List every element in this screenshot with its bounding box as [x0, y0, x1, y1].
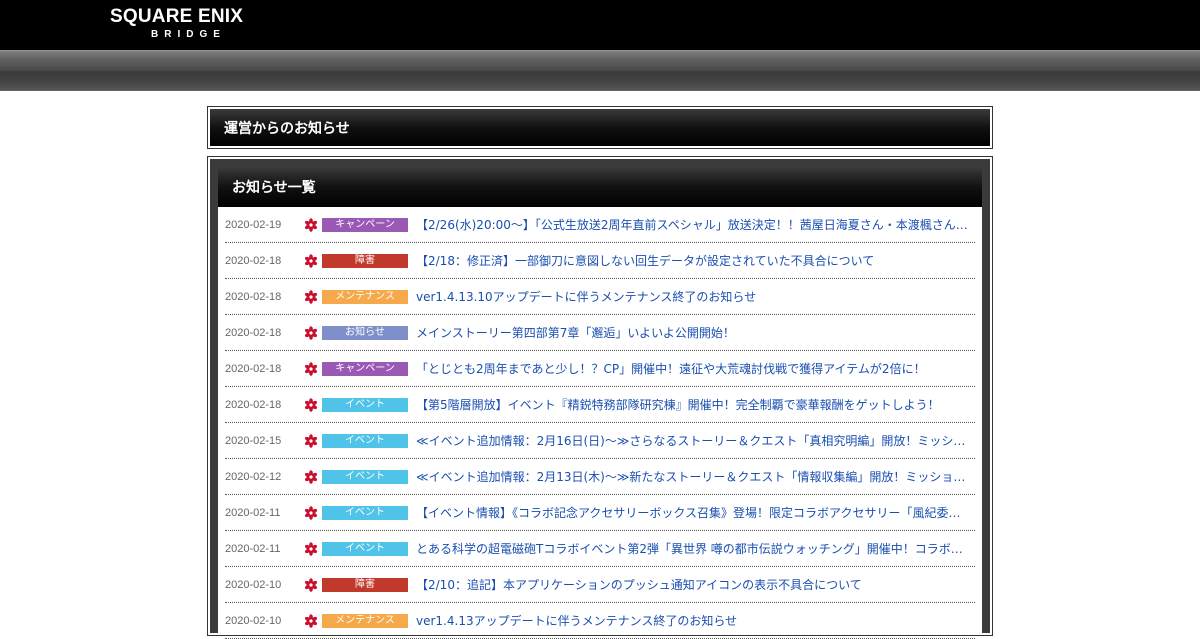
category-badge: メンテナンス — [322, 613, 408, 628]
news-row[interactable]: 2020-02-11 イベント とある科学の超電磁砲Tコラボイベント第2弾「異世… — [225, 531, 975, 567]
news-row[interactable]: 2020-02-18 障害 【2/18：修正済】一部御刀に意図しない回生データが… — [225, 243, 975, 279]
news-date: 2020-02-15 — [225, 434, 282, 447]
news-date: 2020-02-18 — [225, 362, 282, 375]
news-date: 2020-02-10 — [225, 614, 282, 627]
category-badge: イベント — [322, 469, 408, 484]
category-badge: 障害 — [322, 577, 408, 592]
news-title-link[interactable]: 【2/18：修正済】一部御刀に意図しない回生データが設定されていた不具合について — [416, 252, 968, 269]
news-row[interactable]: 2020-02-18 お知らせ メインストーリー第四部第7章「邂逅」いよいよ公開… — [225, 315, 975, 351]
news-title-link[interactable]: 【2/26(水)20:00～】「公式生放送2周年直前スペシャル」放送決定！！茜屋… — [416, 216, 968, 233]
category-badge: お知らせ — [322, 325, 408, 340]
news-row[interactable]: 2020-02-15 イベント ≪イベント追加情報：2月16日(日)～≫さらなる… — [225, 423, 975, 459]
category-badge: イベント — [322, 397, 408, 412]
top-bar: SQUARE ENIX BRIDGE — [0, 0, 1200, 50]
news-date: 2020-02-18 — [225, 326, 282, 339]
category-badge: キャンペーン — [322, 361, 408, 376]
news-row[interactable]: 2020-02-18 イベント 【第5階層開放】イベント『精鋭特務部隊研究棟』開… — [225, 387, 975, 423]
news-title-link[interactable]: 【2/10：追記】本アプリケーションのプッシュ通知アイコンの表示不具合について — [416, 576, 968, 593]
category-badge: メンテナンス — [322, 289, 408, 304]
category-badge: キャンペーン — [322, 217, 408, 232]
news-panel: お知らせ一覧 2020-02-19 キャンペーン 【2/26(水)20:00～】… — [207, 156, 993, 639]
category-badge: 障害 — [322, 253, 408, 268]
news-title-link[interactable]: ≪イベント追加情報：2月16日(日)～≫さらなるストーリー＆クエスト「真相究明編… — [416, 432, 968, 449]
logo-text-sub: BRIDGE — [151, 29, 226, 40]
news-panel-frame: お知らせ一覧 2020-02-19 キャンペーン 【2/26(水)20:00～】… — [210, 159, 990, 639]
news-date: 2020-02-10 — [225, 578, 282, 591]
flower-icon — [301, 217, 321, 232]
sub-navigation-bar — [0, 50, 1200, 91]
news-date: 2020-02-11 — [225, 542, 281, 555]
page-title: 運営からのお知らせ — [224, 120, 350, 137]
news-list-card: お知らせ一覧 2020-02-19 キャンペーン 【2/26(水)20:00～】… — [218, 167, 982, 639]
flower-icon — [301, 541, 321, 556]
news-row[interactable]: 2020-02-18 キャンペーン 「とじとも2周年まであと少し！？CP」開催中… — [225, 351, 975, 387]
page-title-panel: 運営からのお知らせ — [207, 106, 993, 149]
news-date: 2020-02-11 — [225, 506, 281, 519]
news-date: 2020-02-18 — [225, 254, 282, 267]
news-row[interactable]: 2020-02-19 キャンペーン 【2/26(水)20:00～】「公式生放送2… — [225, 207, 975, 243]
logo-text-main: SQUARE ENIX — [110, 6, 244, 27]
flower-icon — [301, 613, 321, 628]
news-list: 2020-02-19 キャンペーン 【2/26(水)20:00～】「公式生放送2… — [218, 207, 982, 639]
category-badge: イベント — [322, 541, 408, 556]
flower-icon — [301, 397, 321, 412]
news-date: 2020-02-18 — [225, 290, 282, 303]
news-title-link[interactable]: 【イベント情報】《コラボ記念アクセサリーボックス召集》登場！限定コラボアクセサリ… — [416, 504, 968, 521]
flower-icon — [301, 361, 321, 376]
news-row[interactable]: 2020-02-11 イベント 【イベント情報】《コラボ記念アクセサリーボックス… — [225, 495, 975, 531]
news-title-link[interactable]: 【第5階層開放】イベント『精鋭特務部隊研究棟』開催中！完全制覇で豪華報酬をゲット… — [416, 396, 968, 413]
news-row[interactable]: 2020-02-10 メンテナンス ver1.4.13アップデートに伴うメンテナ… — [225, 603, 975, 639]
news-date: 2020-02-18 — [225, 398, 282, 411]
news-row[interactable]: 2020-02-18 メンテナンス ver1.4.13.10アップデートに伴うメ… — [225, 279, 975, 315]
flower-icon — [301, 289, 321, 304]
news-title-link[interactable]: ver1.4.13.10アップデートに伴うメンテナンス終了のお知らせ — [416, 288, 968, 305]
square-enix-bridge-logo[interactable]: SQUARE ENIX BRIDGE — [110, 7, 275, 45]
flower-icon — [301, 325, 321, 340]
flower-icon — [301, 505, 321, 520]
news-title-link[interactable]: ≪イベント追加情報：2月13日(木)～≫新たなストーリー＆クエスト「情報収集編」… — [416, 468, 968, 485]
news-date: 2020-02-12 — [225, 470, 282, 483]
flower-icon — [301, 469, 321, 484]
news-title-link[interactable]: とある科学の超電磁砲Tコラボイベント第2弾「異世界 噂の都市伝説ウォッチング」開… — [416, 540, 968, 557]
flower-icon — [301, 433, 321, 448]
flower-icon — [301, 253, 321, 268]
news-title-link[interactable]: 「とじとも2周年まであと少し！？CP」開催中！遠征や大荒魂討伐戦で獲得アイテムが… — [416, 360, 968, 377]
news-title-link[interactable]: ver1.4.13アップデートに伴うメンテナンス終了のお知らせ — [416, 612, 968, 629]
news-list-title: お知らせ一覧 — [232, 180, 316, 196]
news-date: 2020-02-19 — [225, 218, 282, 231]
news-row[interactable]: 2020-02-10 障害 【2/10：追記】本アプリケーションのプッシュ通知ア… — [225, 567, 975, 603]
page-title-bar: 運営からのお知らせ — [210, 109, 990, 146]
news-title-link[interactable]: メインストーリー第四部第7章「邂逅」いよいよ公開開始！ — [416, 324, 968, 341]
category-badge: イベント — [322, 433, 408, 448]
news-list-header: お知らせ一覧 — [218, 167, 982, 207]
flower-icon — [301, 577, 321, 592]
news-row[interactable]: 2020-02-12 イベント ≪イベント追加情報：2月13日(木)～≫新たなス… — [225, 459, 975, 495]
category-badge: イベント — [322, 505, 408, 520]
